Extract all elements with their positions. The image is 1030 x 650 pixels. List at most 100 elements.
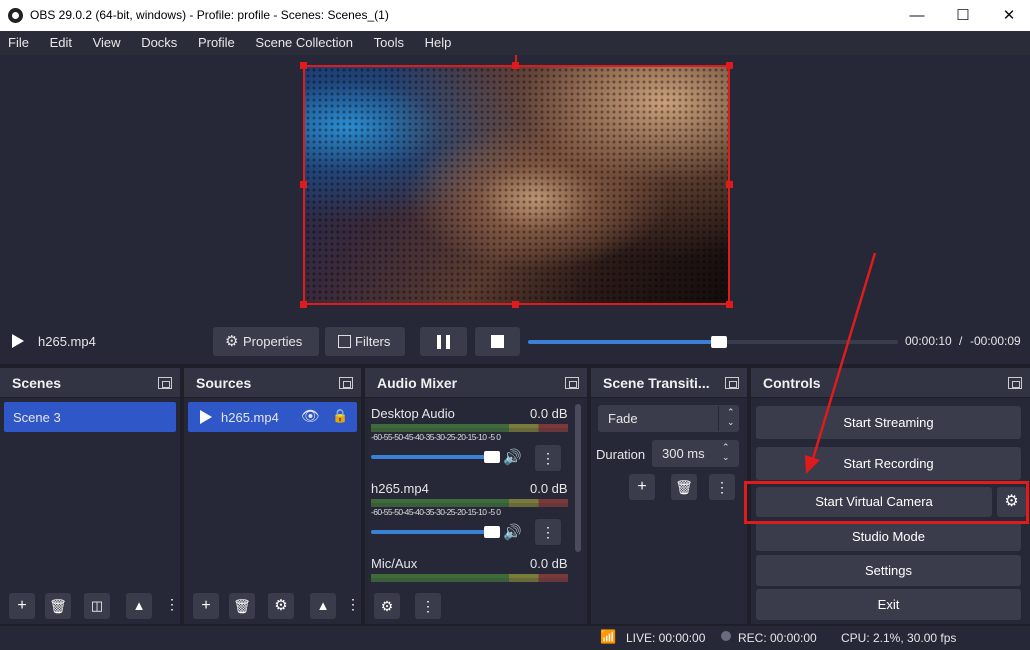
media-controls: h265.mp4 ⚙ Properties Filters 00:00:10 /… <box>0 318 1030 364</box>
rotation-handle[interactable] <box>515 55 517 63</box>
time-separator: / <box>959 334 963 348</box>
advanced-audio-button[interactable]: ⚙ <box>374 593 400 619</box>
scenes-dock: Scenes Scene 3 + 🗑 ◫ ▲ ⋮ <box>0 368 180 624</box>
duration-spinbox[interactable]: 300 ms ⌃ ⌄ <box>652 440 739 467</box>
status-bar: 📶 LIVE: 00:00:00 REC: 00:00:00 CPU: 2.1%… <box>0 626 1030 650</box>
scene-filters-button[interactable]: ◫ <box>84 593 110 619</box>
add-scene-button[interactable]: + <box>9 593 35 619</box>
resize-handle-t[interactable] <box>512 62 519 69</box>
channel-db: 0.0 dB <box>530 481 568 496</box>
speaker-icon[interactable]: 🔊 <box>503 523 522 541</box>
sources-dock: Sources h265.mp4 👁 🔒 + 🗑 ⚙ ▲ ⋮ <box>184 368 361 624</box>
resize-handle-bl[interactable] <box>300 301 307 308</box>
menu-bar: File Edit View Docks Profile Scene Colle… <box>0 31 1030 55</box>
menu-tools[interactable]: Tools <box>366 31 404 50</box>
channel-menu-button[interactable]: ⋮ <box>535 519 561 545</box>
remove-transition-button[interactable]: 🗑 <box>671 474 697 500</box>
volume-meter <box>371 578 568 582</box>
record-indicator-icon <box>721 631 731 641</box>
transition-properties-button[interactable]: ⋮ <box>709 474 735 500</box>
minimize-button[interactable]: — <box>894 0 940 31</box>
menu-help[interactable]: Help <box>417 31 452 50</box>
volume-slider[interactable] <box>371 526 500 538</box>
maximize-button[interactable]: ☐ <box>940 0 986 31</box>
more-icon[interactable]: ⋮ <box>165 596 179 613</box>
title-bar: OBS 29.0.2 (64-bit, windows) - Profile: … <box>0 0 1030 31</box>
filters-label: Filters <box>355 334 391 349</box>
source-properties-button[interactable]: ⚙ <box>268 593 294 619</box>
mixer-title: Audio Mixer <box>377 375 458 391</box>
move-source-up-button[interactable]: ▲ <box>310 593 336 619</box>
add-source-button[interactable]: + <box>193 593 219 619</box>
meter-scale: -60-55-50-45-40-35-30-25-20-15-10 -5 0 <box>371 432 501 442</box>
resize-handle-l[interactable] <box>300 181 307 188</box>
more-icon[interactable]: ⋮ <box>346 596 360 613</box>
duration-value: 300 ms <box>662 446 705 461</box>
controls-title: Controls <box>763 375 821 391</box>
undock-icon[interactable] <box>1008 377 1022 389</box>
remove-scene-button[interactable]: 🗑 <box>45 593 71 619</box>
undock-icon[interactable] <box>158 377 172 389</box>
highlight-box <box>744 481 1029 524</box>
undock-icon[interactable] <box>339 377 353 389</box>
resize-handle-r[interactable] <box>726 181 733 188</box>
properties-button[interactable]: ⚙ Properties <box>213 327 319 356</box>
add-transition-button[interactable]: + <box>629 474 655 500</box>
media-source-name: h265.mp4 <box>38 334 96 349</box>
play-icon[interactable] <box>12 334 24 348</box>
source-item[interactable]: h265.mp4 👁 🔒 <box>188 402 357 432</box>
channel-menu-button[interactable]: ⋮ <box>535 445 561 471</box>
eye-icon[interactable]: 👁 <box>301 407 320 425</box>
resize-handle-b[interactable] <box>512 301 519 308</box>
start-recording-button[interactable]: Start Recording <box>756 447 1021 480</box>
mixer-scrollbar[interactable] <box>575 404 581 552</box>
channel-db: 0.0 dB <box>530 406 568 421</box>
resize-handle-tr[interactable] <box>726 62 733 69</box>
transition-select[interactable]: Fade ⌃ ⌄ <box>598 405 739 432</box>
scenes-title: Scenes <box>12 375 62 391</box>
settings-button[interactable]: Settings <box>756 555 1021 586</box>
undock-icon[interactable] <box>725 377 739 389</box>
network-icon: 📶 <box>600 629 617 644</box>
seek-progress <box>528 340 719 344</box>
seek-handle[interactable] <box>710 336 727 348</box>
studio-mode-button[interactable]: Studio Mode <box>756 522 1021 551</box>
start-streaming-button[interactable]: Start Streaming <box>756 406 1021 439</box>
close-button[interactable]: ✕ <box>986 0 1030 31</box>
menu-docks[interactable]: Docks <box>133 31 177 50</box>
transitions-title: Scene Transiti... <box>603 375 710 391</box>
stop-icon <box>491 335 504 348</box>
duration-label: Duration <box>596 447 646 462</box>
video-source-preview[interactable] <box>303 65 730 305</box>
menu-edit[interactable]: Edit <box>42 31 72 50</box>
window-title: OBS 29.0.2 (64-bit, windows) - Profile: … <box>30 8 389 22</box>
current-time: 00:00:10 <box>905 334 952 348</box>
menu-profile[interactable]: Profile <box>190 31 235 50</box>
scene-transitions-dock: Scene Transiti... Fade ⌃ ⌄ Duration 300 m… <box>591 368 747 624</box>
resize-handle-br[interactable] <box>726 301 733 308</box>
source-item-label: h265.mp4 <box>221 410 279 425</box>
filters-button[interactable]: Filters <box>325 327 405 356</box>
remove-source-button[interactable]: 🗑 <box>229 593 255 619</box>
spin-arrows-icon[interactable]: ⌃ ⌄ <box>722 442 730 462</box>
menu-scene-collection[interactable]: Scene Collection <box>247 31 353 50</box>
live-status: LIVE: 00:00:00 <box>626 631 706 645</box>
pause-icon <box>437 335 441 349</box>
move-scene-up-button[interactable]: ▲ <box>126 593 152 619</box>
undock-icon[interactable] <box>565 377 579 389</box>
menu-view[interactable]: View <box>85 31 121 50</box>
lock-icon[interactable]: 🔒 <box>332 408 348 424</box>
exit-button[interactable]: Exit <box>756 589 1021 620</box>
speaker-icon[interactable]: 🔊 <box>503 448 522 466</box>
scene-item[interactable]: Scene 3 <box>4 402 176 432</box>
volume-slider[interactable] <box>371 451 500 463</box>
pause-button[interactable] <box>420 327 467 356</box>
channel-name: Desktop Audio <box>371 406 455 421</box>
stop-button[interactable] <box>475 327 520 356</box>
seek-bar[interactable] <box>528 336 898 348</box>
transition-selected: Fade <box>608 411 638 426</box>
resize-handle-tl[interactable] <box>300 62 307 69</box>
menu-file[interactable]: File <box>0 31 29 50</box>
gear-icon: ⚙ <box>225 333 239 350</box>
mixer-menu-button[interactable]: ⋮ <box>415 593 441 619</box>
